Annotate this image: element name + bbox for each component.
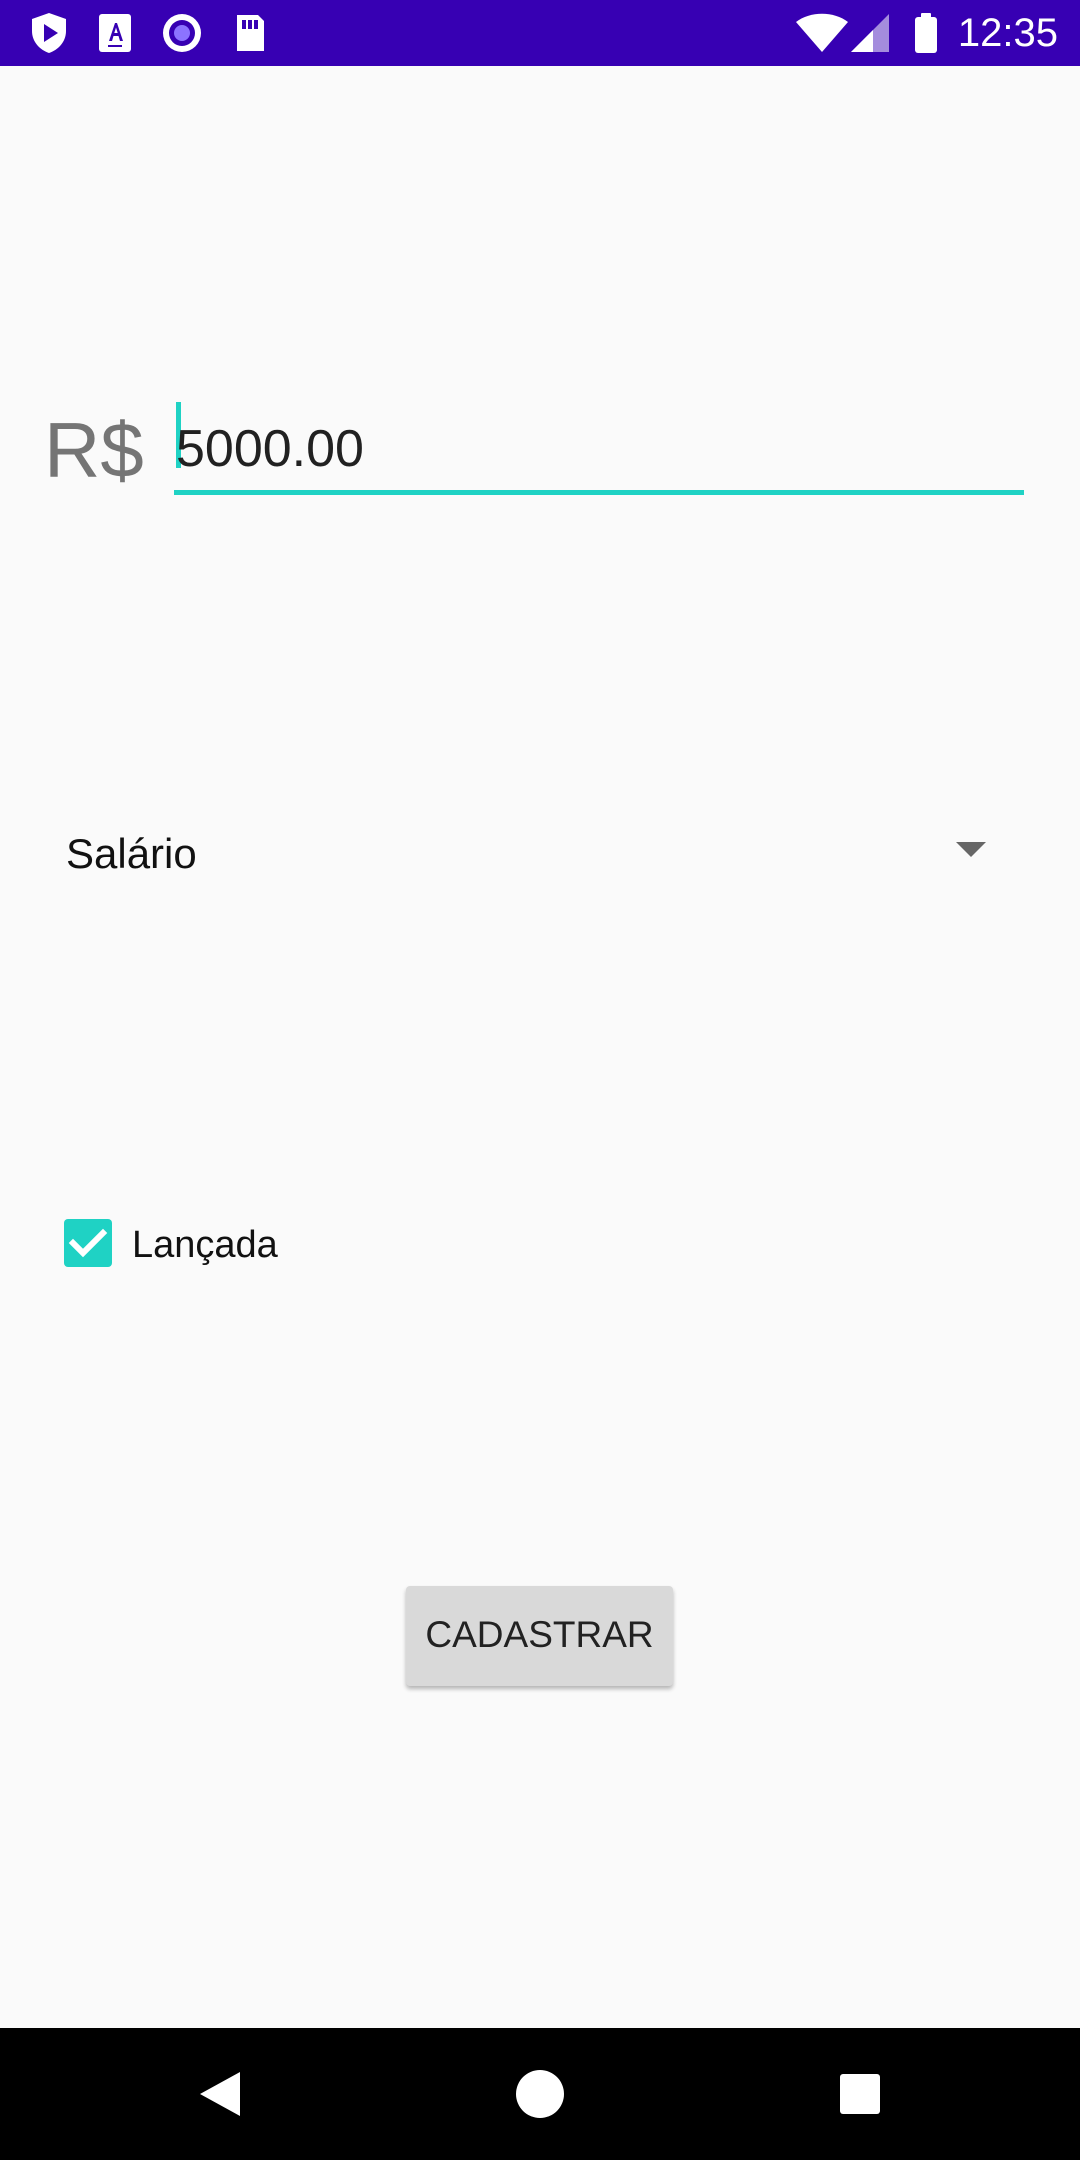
recents-icon[interactable] [832, 2066, 888, 2122]
wifi-icon [796, 13, 848, 52]
dropdown-arrow-icon [956, 842, 986, 857]
signal-icon [851, 14, 889, 52]
battery-icon [915, 13, 937, 53]
currency-label: R$ [44, 406, 144, 494]
launched-checkbox-row[interactable]: Lançada [60, 1215, 480, 1273]
register-button[interactable]: CADASTRAR [406, 1586, 673, 1686]
category-selected-text: Salário [66, 830, 197, 877]
shield-play-icon [32, 13, 66, 53]
launched-checkbox-label: Lançada [132, 1224, 278, 1266]
record-icon [163, 14, 201, 52]
register-button-label: CADASTRAR [425, 1614, 654, 1655]
home-icon[interactable] [512, 2066, 568, 2122]
launched-checkbox[interactable] [64, 1219, 112, 1267]
category-spinner[interactable]: Salário [40, 810, 1000, 898]
clock-text: 12:35 [957, 11, 1058, 55]
amount-value: 5000.00 [176, 420, 364, 478]
check-icon [68, 1228, 108, 1258]
navigation-bar [0, 2028, 1080, 2160]
text-a-icon [99, 14, 131, 52]
sd-card-icon [237, 15, 264, 51]
amount-input[interactable]: 5000.00 [174, 402, 1024, 495]
back-icon[interactable] [192, 2066, 248, 2122]
status-bar: 12:35 [0, 0, 1080, 66]
